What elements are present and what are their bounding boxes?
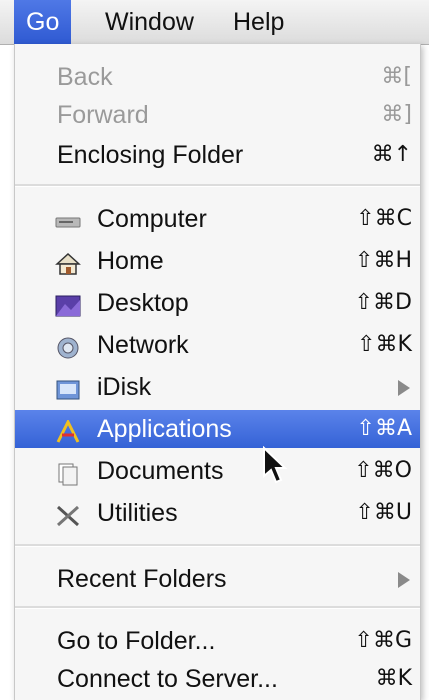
menu-item-forward: Forward ⌘] <box>15 96 420 134</box>
menu-item-label: Applications <box>97 415 232 443</box>
shortcut: ⇧⌘U <box>355 500 412 525</box>
submenu-arrow-icon <box>398 572 410 588</box>
separator <box>15 544 420 547</box>
shortcut: ⇧⌘C <box>356 206 412 231</box>
utilities-icon <box>55 501 81 527</box>
shortcut: ⇧⌘K <box>357 332 412 357</box>
menu-item-label: Back <box>57 63 113 91</box>
applications-icon <box>55 417 81 443</box>
menu-item-label: Home <box>97 247 164 275</box>
menu-item-recent-folders[interactable]: Recent Folders <box>15 560 420 598</box>
shortcut: ⇧⌘O <box>354 458 412 483</box>
menu-item-idisk[interactable]: iDisk <box>15 368 420 406</box>
menu-item-utilities[interactable]: Utilities ⇧⌘U <box>15 494 420 532</box>
shortcut: ⇧⌘H <box>355 248 412 273</box>
menu-item-label: Go to Folder... <box>57 627 216 655</box>
menu-go[interactable]: Go <box>14 0 72 44</box>
documents-icon <box>55 459 81 486</box>
menu-item-label: Computer <box>97 205 207 233</box>
separator <box>15 606 420 609</box>
shortcut: ⌘] <box>381 102 412 127</box>
menu-item-label: Documents <box>97 457 224 485</box>
shortcut: ⇧⌘G <box>354 628 412 653</box>
menu-item-connect-to-server[interactable]: Connect to Server... ⌘K <box>15 660 420 698</box>
idisk-icon <box>55 375 81 400</box>
menu-item-go-to-folder[interactable]: Go to Folder... ⇧⌘G <box>15 622 420 660</box>
menu-item-label: Desktop <box>97 289 189 317</box>
mouse-cursor-icon <box>263 446 288 484</box>
separator <box>15 184 420 187</box>
shortcut: ⌘K <box>375 666 412 691</box>
shortcut: ⇧⌘A <box>356 416 412 441</box>
submenu-arrow-icon <box>398 380 410 396</box>
menu-item-desktop[interactable]: Desktop ⇧⌘D <box>15 284 420 322</box>
menu-item-applications[interactable]: Applications ⇧⌘A <box>15 410 420 448</box>
menu-window[interactable]: Window <box>105 0 194 44</box>
menu-item-label: Network <box>97 331 189 359</box>
home-icon <box>55 249 81 275</box>
menu-item-home[interactable]: Home ⇧⌘H <box>15 242 420 280</box>
shortcut: ⇧⌘D <box>354 290 412 315</box>
menu-item-computer[interactable]: Computer ⇧⌘C <box>15 200 420 238</box>
menu-help[interactable]: Help <box>233 0 284 44</box>
menu-item-network[interactable]: Network ⇧⌘K <box>15 326 420 364</box>
desktop-icon <box>55 291 81 317</box>
network-icon <box>55 333 81 359</box>
computer-icon <box>55 207 81 231</box>
menu-item-enclosing-folder[interactable]: Enclosing Folder ⌘↑ <box>15 136 420 174</box>
shortcut: ⌘[ <box>381 64 412 89</box>
menu-item-back: Back ⌘[ <box>15 58 420 96</box>
menu-item-label: Forward <box>57 101 149 129</box>
menu-item-label: Connect to Server... <box>57 665 278 693</box>
menu-item-label: iDisk <box>97 373 152 401</box>
shortcut: ⌘↑ <box>371 142 412 167</box>
go-menu-dropdown: Back ⌘[ Forward ⌘] Enclosing Folder ⌘↑ C… <box>14 44 421 700</box>
menu-item-label: Utilities <box>97 499 178 527</box>
menu-item-label: Recent Folders <box>57 565 227 593</box>
menu-item-documents[interactable]: Documents ⇧⌘O <box>15 452 420 490</box>
menu-bar: Go Window Help <box>0 0 429 45</box>
menu-item-label: Enclosing Folder <box>57 141 244 169</box>
